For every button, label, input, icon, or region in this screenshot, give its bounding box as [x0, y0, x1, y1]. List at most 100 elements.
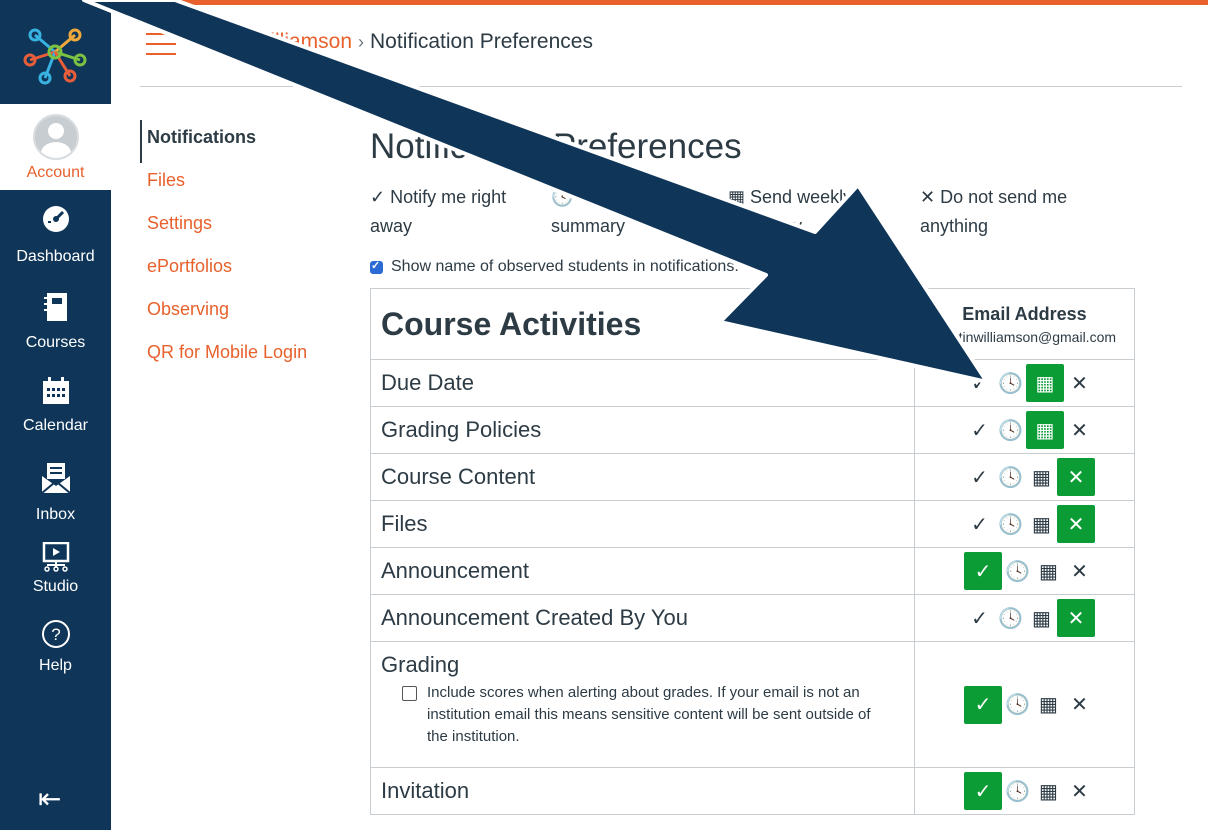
weekly-option[interactable]: ▦: [1026, 505, 1057, 543]
weekly-option[interactable]: ▦: [1033, 686, 1064, 724]
daily-option[interactable]: 🕓: [995, 505, 1026, 543]
category-cell: Course Content: [371, 454, 914, 500]
calendar-icon: [42, 377, 69, 404]
weekly-option-selected[interactable]: ▦: [1026, 364, 1064, 402]
section-navigation: Notifications Files Settings ePortfolios…: [140, 120, 307, 378]
preference-options: ✓ 🕓 ▦ ✕: [964, 364, 1095, 402]
nav-inbox[interactable]: Inbox: [0, 462, 111, 524]
table-header-row: Course Activities Email Address jaustinw…: [371, 289, 1134, 360]
hamburger-menu-icon[interactable]: [146, 33, 176, 55]
course-activities-heading: Course Activities: [381, 305, 642, 342]
preference-options: ✓ 🕓 ▦ ✕: [964, 552, 1095, 590]
email-column-header: Email Address jaustinwilliamson@gmail.co…: [914, 289, 1134, 359]
table-row: Announcement ✓ 🕓 ▦ ✕: [371, 548, 1134, 595]
immediately-option-selected[interactable]: ✓: [964, 772, 1002, 810]
calendar-small-icon: ▦: [728, 187, 746, 207]
nav-help[interactable]: ? Help: [0, 619, 111, 675]
section-nav-settings[interactable]: Settings: [147, 206, 307, 249]
nav-inbox-label: Inbox: [35, 506, 76, 523]
immediately-option[interactable]: ✓: [964, 599, 995, 637]
never-option[interactable]: ✕: [1064, 686, 1095, 724]
preference-options: ✓ 🕓 ▦ ✕: [964, 772, 1095, 810]
daily-option[interactable]: 🕓: [1002, 772, 1033, 810]
inbox-envelope-icon: [40, 463, 71, 494]
legend-never-text: Do not send me anything: [920, 187, 1068, 236]
include-scores-label: Include scores when alerting about grade…: [427, 684, 871, 745]
category-cell: Grading Policies: [371, 407, 914, 453]
category-cell: Announcement Created By You: [371, 595, 914, 641]
nav-account[interactable]: Account: [0, 104, 111, 190]
immediately-option-selected[interactable]: ✓: [964, 685, 1002, 724]
include-scores-checkbox[interactable]: [402, 686, 417, 701]
section-nav-eportfolios[interactable]: ePortfolios: [147, 249, 307, 292]
daily-option[interactable]: 🕓: [995, 458, 1026, 496]
email-address: jaustinwilliamson@gmail.com: [932, 328, 1117, 345]
category-cell: Files: [371, 501, 914, 547]
table-row: Announcement Created By You ✓ 🕓 ▦ ✕: [371, 595, 1134, 642]
weekly-option[interactable]: ▦: [1026, 458, 1057, 496]
never-option-selected[interactable]: ✕: [1057, 505, 1095, 543]
category-name: Grading Policies: [381, 417, 542, 442]
never-option[interactable]: ✕: [1064, 772, 1095, 810]
category-name: Grading: [381, 652, 460, 677]
email-preference-cell: ✓ 🕓 ▦ ✕: [914, 548, 1134, 594]
nav-calendar-label: Calendar: [23, 417, 88, 434]
never-option-selected[interactable]: ✕: [1057, 599, 1095, 637]
breadcrumb: Jerry Williamson › Notification Preference…: [198, 30, 593, 54]
show-observed-label: Show name of observed students in notifi…: [391, 258, 739, 275]
show-observed-checkbox-row[interactable]: Show name of observed students in notifi…: [370, 258, 739, 276]
nav-courses-label: Courses: [25, 334, 86, 351]
weekly-option[interactable]: ▦: [1026, 599, 1057, 637]
category-name: Course Content: [381, 464, 536, 489]
table-row: Due Date ✓ 🕓 ▦ ✕: [371, 360, 1134, 407]
user-avatar-icon: [32, 114, 79, 160]
weekly-option[interactable]: ▦: [1033, 772, 1064, 810]
collapse-nav-icon[interactable]: ⇤: [38, 782, 61, 815]
never-option[interactable]: ✕: [1064, 364, 1095, 402]
nav-dashboard[interactable]: Dashboard: [0, 204, 111, 266]
immediately-option[interactable]: ✓: [964, 505, 995, 543]
legend-weekly: ▦ Send weekly summary: [728, 183, 888, 241]
nav-studio[interactable]: Studio: [0, 542, 111, 596]
never-option[interactable]: ✕: [1064, 552, 1095, 590]
weekly-option-selected[interactable]: ▦: [1026, 411, 1064, 449]
clock-icon: 🕓: [551, 187, 574, 207]
category-name: Invitation: [381, 778, 470, 803]
daily-option[interactable]: 🕓: [995, 599, 1026, 637]
preference-options: ✓ 🕓 ▦ ✕: [964, 411, 1095, 449]
section-nav-files[interactable]: Files: [147, 163, 307, 206]
global-navigation: Account Dashboard Courses Calendar Inbox…: [0, 0, 111, 830]
immediately-option[interactable]: ✓: [964, 364, 995, 402]
email-header-label: Email Address: [962, 303, 1087, 324]
email-preference-cell: ✓ 🕓 ▦ ✕: [914, 360, 1134, 406]
breadcrumb-current: Notification Preferences: [370, 30, 593, 53]
immediately-option[interactable]: ✓: [964, 411, 995, 449]
nav-calendar[interactable]: Calendar: [0, 377, 111, 435]
daily-option[interactable]: 🕓: [995, 411, 1026, 449]
never-option-selected[interactable]: ✕: [1057, 458, 1095, 496]
include-scores-option[interactable]: Include scores when alerting about grade…: [402, 682, 882, 748]
section-nav-qr-login[interactable]: QR for Mobile Login: [147, 335, 307, 378]
section-nav-notifications[interactable]: Notifications: [140, 120, 307, 163]
show-observed-checkbox[interactable]: [370, 259, 383, 274]
daily-option[interactable]: 🕓: [1002, 552, 1033, 590]
svg-text:?: ?: [51, 625, 60, 644]
daily-option[interactable]: 🕓: [1002, 686, 1033, 724]
preference-options: ✓ 🕓 ▦ ✕: [964, 505, 1095, 543]
section-nav-observing[interactable]: Observing: [147, 292, 307, 335]
category-cell: Announcement: [371, 548, 914, 594]
category-cell: Invitation: [371, 768, 914, 814]
email-preference-cell: ✓ 🕓 ▦ ✕: [914, 407, 1134, 453]
breadcrumb-separator: ›: [358, 32, 365, 52]
nav-courses[interactable]: Courses: [0, 292, 111, 352]
immediately-option[interactable]: ✓: [964, 458, 995, 496]
breadcrumb-user-link[interactable]: Jerry Williamson: [198, 30, 352, 53]
weekly-option[interactable]: ▦: [1033, 552, 1064, 590]
daily-option[interactable]: 🕓: [995, 364, 1026, 402]
never-option[interactable]: ✕: [1064, 411, 1095, 449]
immediately-option-selected[interactable]: ✓: [964, 552, 1002, 590]
category-name: Announcement Created By You: [381, 605, 689, 630]
table-row: Files ✓ 🕓 ▦ ✕: [371, 501, 1134, 548]
page-title: Notification Preferences: [370, 127, 742, 166]
institution-logo[interactable]: [0, 0, 111, 104]
